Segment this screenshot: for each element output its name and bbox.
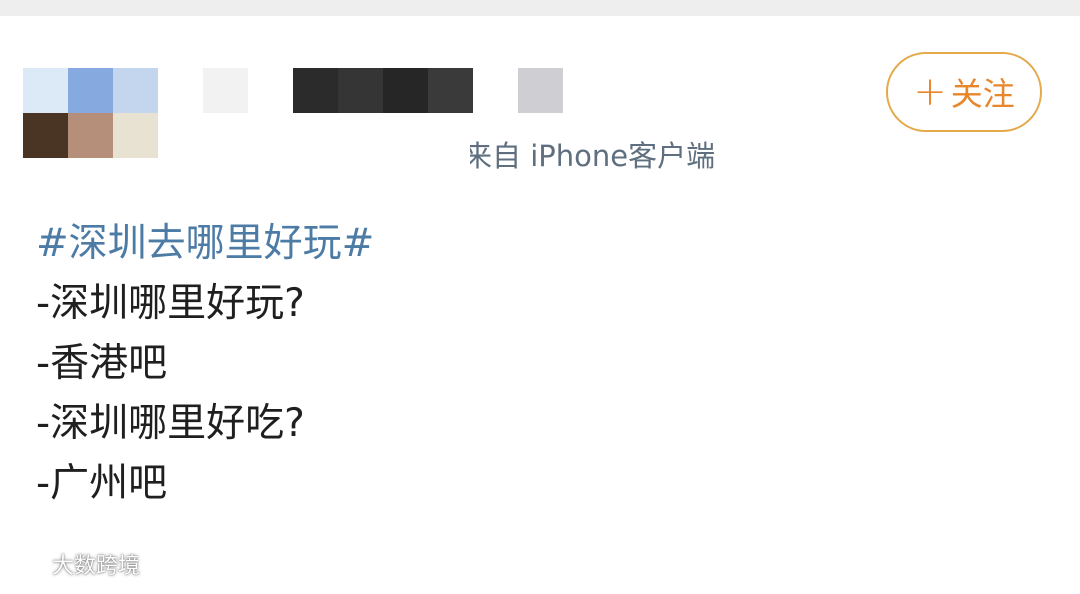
- username-mosaic-cell: [203, 68, 248, 113]
- top-divider-strip: [0, 0, 1080, 16]
- post-line: -香港吧: [36, 341, 168, 386]
- avatar-mosaic-cell: [23, 113, 68, 158]
- username-mosaic-cell: [383, 68, 428, 113]
- post-line: -深圳哪里好吃?: [36, 401, 305, 446]
- avatar-mosaic-cell: [113, 113, 158, 158]
- post-line: -深圳哪里好玩?: [36, 281, 305, 326]
- username-pixelated[interactable]: [203, 68, 563, 113]
- username-mosaic-cell: [293, 68, 338, 113]
- source-text: 自 iPhone客户端: [492, 139, 716, 173]
- post-line: -广州吧: [36, 461, 168, 506]
- avatar-mosaic-cell: [23, 68, 68, 113]
- dashu-logo-icon: [8, 552, 45, 582]
- avatar-mosaic-cell: [68, 68, 113, 113]
- watermark: 大数跨境: [8, 549, 140, 585]
- post-source: 来自 iPhone客户端: [470, 136, 715, 176]
- avatar[interactable]: [23, 68, 158, 158]
- avatar-mosaic-cell: [113, 68, 158, 113]
- watermark-text: 大数跨境: [52, 554, 141, 579]
- avatar-mosaic-cell: [68, 113, 113, 158]
- follow-label: 关注: [950, 75, 1015, 113]
- hashtag-link[interactable]: #深圳去哪里好玩#: [36, 214, 374, 274]
- username-mosaic-cell: [428, 68, 473, 113]
- plus-icon: +: [913, 69, 947, 115]
- post-content: #深圳去哪里好玩# -深圳哪里好玩? -香港吧 -深圳哪里好吃? -广州吧: [36, 214, 374, 514]
- source-lead-char: 来: [470, 139, 492, 173]
- username-mosaic-cell: [518, 68, 563, 113]
- username-mosaic-cell: [338, 68, 383, 113]
- follow-button[interactable]: + 关注: [886, 52, 1042, 132]
